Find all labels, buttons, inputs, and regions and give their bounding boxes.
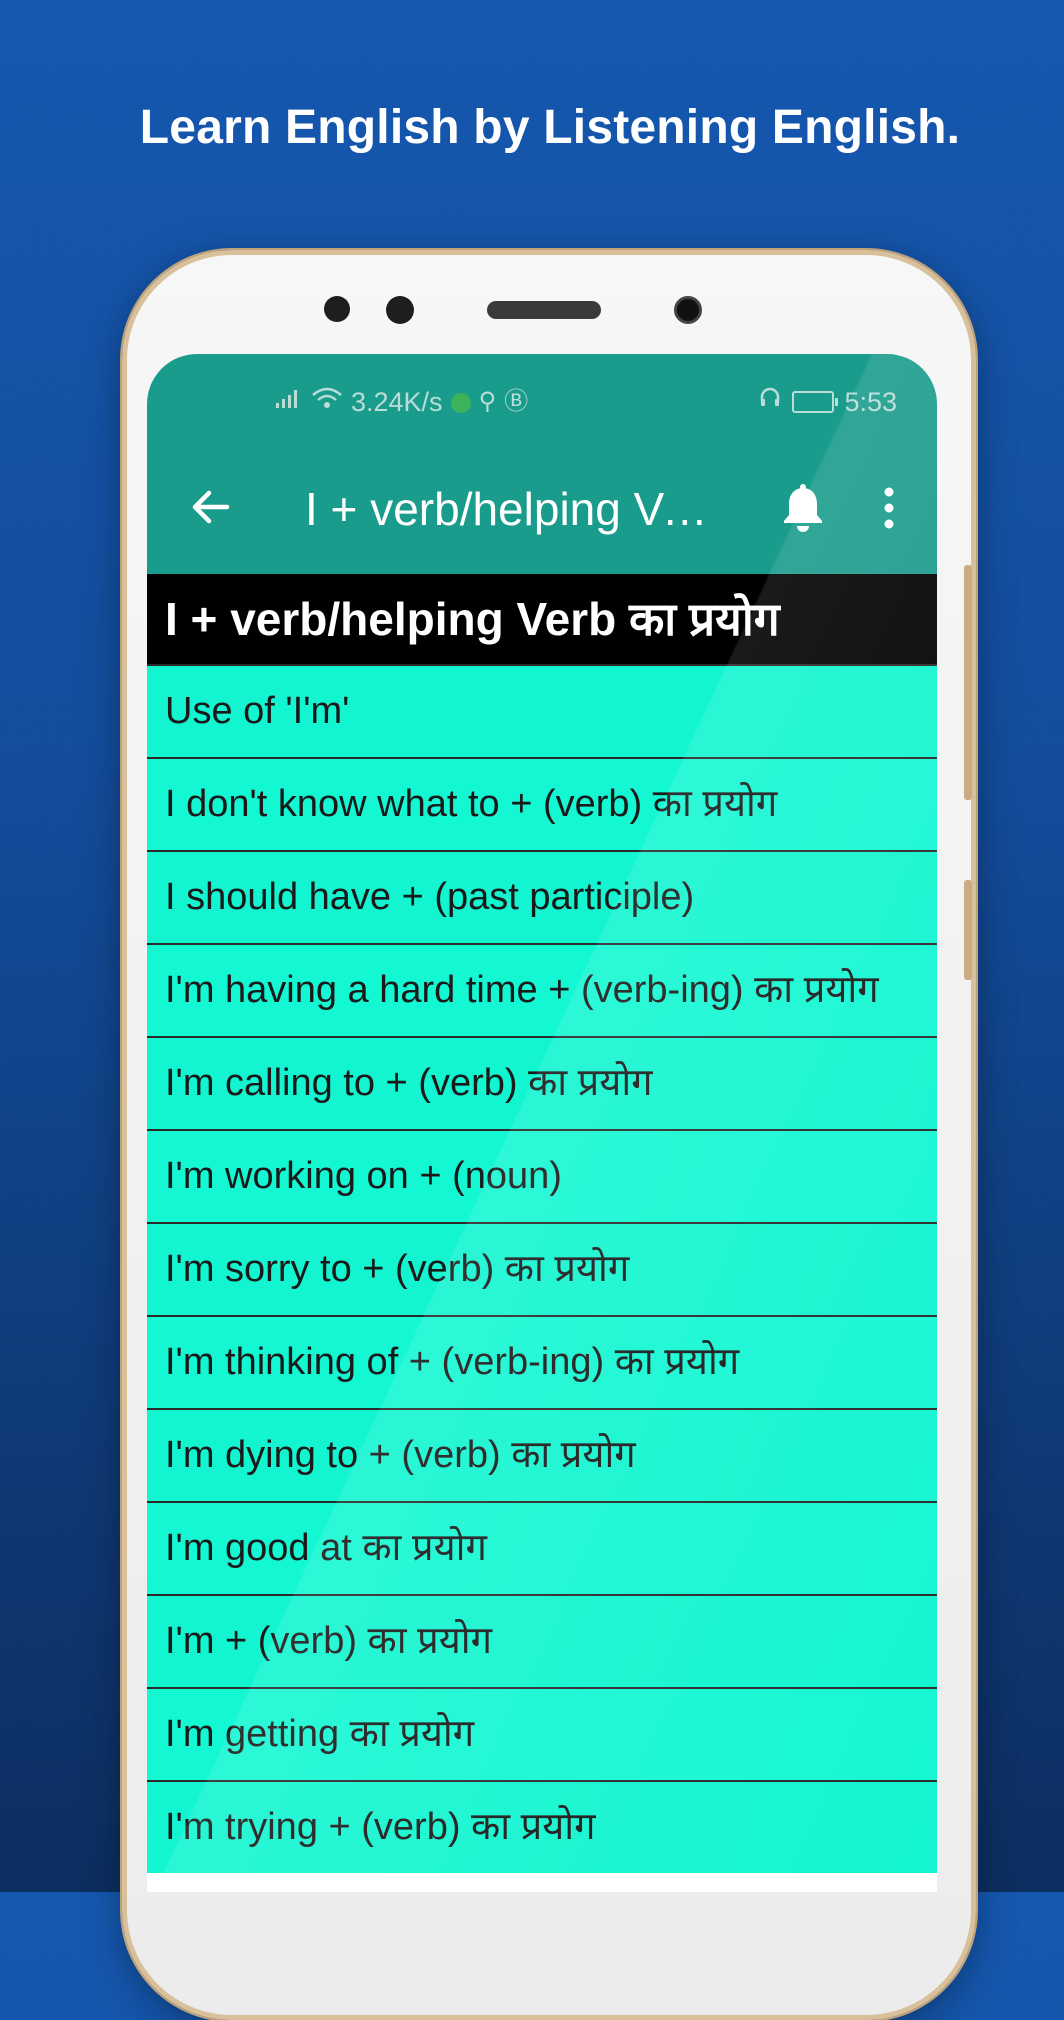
light-sensor — [386, 296, 414, 324]
promo-title: Learn English by Listening English. — [139, 101, 961, 154]
bell-icon — [784, 484, 822, 532]
list-item[interactable]: I'm trying + (verb) का प्रयोग — [147, 1780, 937, 1873]
section-header: I + verb/helping Verb का प्रयोग — [147, 574, 937, 664]
list-item[interactable]: I'm + (verb) का प्रयोग — [147, 1594, 937, 1687]
overflow-menu-button[interactable] — [869, 478, 909, 538]
app-bar: 3.24K/s ⚲ Ⓑ 5:53 I + verb/helping Ver… — [147, 354, 937, 574]
headphones-icon — [758, 382, 782, 422]
list-item[interactable]: Use of 'I'm' — [147, 664, 937, 757]
list-item[interactable]: I should have + (past participle) — [147, 850, 937, 943]
signal-icon — [275, 382, 303, 422]
earpiece-speaker — [487, 301, 601, 319]
list-item[interactable]: I'm good at का प्रयोग — [147, 1501, 937, 1594]
back-button[interactable] — [183, 479, 239, 535]
list-item[interactable]: I'm having a hard time + (verb-ing) का प… — [147, 943, 937, 1036]
list-item[interactable]: I'm working on + (noun) — [147, 1129, 937, 1222]
more-vert-icon — [884, 487, 894, 529]
phone-screen: 3.24K/s ⚲ Ⓑ 5:53 I + verb/helping Ver… I… — [147, 354, 937, 1892]
notification-button[interactable] — [773, 478, 833, 538]
toolbar-title: I + verb/helping Ver… — [305, 483, 725, 535]
b-circle-icon: Ⓑ — [504, 388, 529, 415]
arrow-left-icon — [192, 490, 230, 524]
list-item[interactable]: I'm thinking of + (verb-ing) का प्रयोग — [147, 1315, 937, 1408]
clock: 5:53 — [844, 386, 897, 417]
usb-icon: ⚲ — [478, 388, 497, 415]
volume-up-button — [964, 565, 972, 800]
volume-down-button — [964, 880, 972, 980]
content-list: I + verb/helping Verb का प्रयोग Use of '… — [147, 574, 937, 1873]
list-item[interactable]: I'm sorry to + (verb) का प्रयोग — [147, 1222, 937, 1315]
list-item[interactable]: I'm getting का प्रयोग — [147, 1687, 937, 1780]
network-speed: 3.24K/s — [351, 386, 443, 417]
list-item[interactable]: I don't know what to + (verb) का प्रयोग — [147, 757, 937, 850]
status-bar: 3.24K/s ⚲ Ⓑ 5:53 — [147, 382, 937, 422]
proximity-sensor — [324, 296, 350, 322]
wifi-icon — [311, 382, 343, 422]
list-item[interactable]: I'm dying to + (verb) का प्रयोग — [147, 1408, 937, 1501]
list-item[interactable]: I'm calling to + (verb) का प्रयोग — [147, 1036, 937, 1129]
battery-icon — [792, 391, 839, 413]
globe-icon — [450, 393, 471, 413]
toolbar: I + verb/helping Ver… — [147, 454, 937, 564]
front-camera — [674, 296, 702, 324]
